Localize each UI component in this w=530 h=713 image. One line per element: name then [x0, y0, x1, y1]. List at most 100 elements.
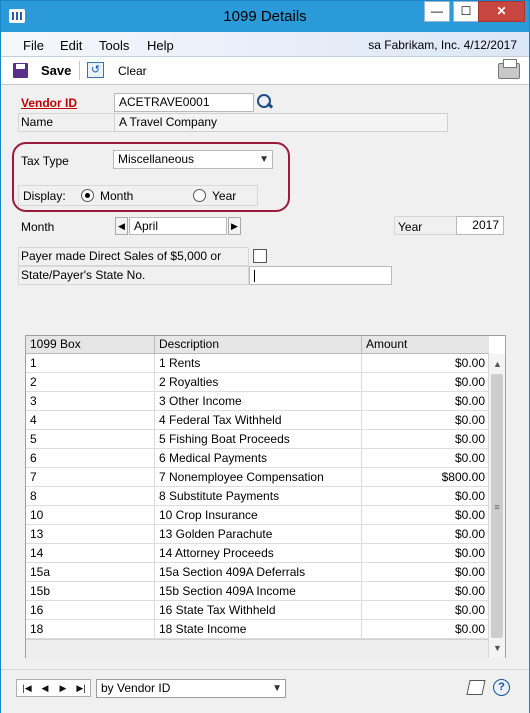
cell-amount[interactable]: $0.00: [362, 411, 489, 430]
minimize-button[interactable]: —: [424, 1, 450, 22]
scroll-up-icon[interactable]: ▲: [490, 356, 505, 372]
table-row[interactable]: 44 Federal Tax Withheld $0.00: [26, 411, 489, 430]
scroll-down-icon[interactable]: ▼: [490, 640, 505, 656]
cell-box[interactable]: 16: [26, 601, 155, 620]
cell-box[interactable]: 3: [26, 392, 155, 411]
cell-description[interactable]: 15a Section 409A Deferrals: [155, 563, 362, 582]
cell-box[interactable]: 13: [26, 525, 155, 544]
cell-box[interactable]: 14: [26, 544, 155, 563]
display-year-label[interactable]: Year: [212, 189, 236, 203]
cell-box[interactable]: 15b: [26, 582, 155, 601]
grid-scrollbar[interactable]: ▲ ≡ ▼: [488, 354, 505, 658]
first-record-button[interactable]: |◀: [19, 681, 35, 696]
menu-tools[interactable]: Tools: [99, 38, 129, 53]
cell-description[interactable]: 5 Fishing Boat Proceeds: [155, 430, 362, 449]
print-icon[interactable]: [498, 59, 520, 79]
vendor-id-link[interactable]: Vendor ID: [21, 96, 77, 110]
clear-button[interactable]: Clear: [118, 64, 147, 78]
cell-box[interactable]: 10: [26, 506, 155, 525]
table-row[interactable]: 77 Nonemployee Compensation $800.00: [26, 468, 489, 487]
cell-amount[interactable]: $0.00: [362, 525, 489, 544]
save-button[interactable]: Save: [41, 63, 71, 78]
lookup-icon[interactable]: [255, 93, 275, 111]
menu-file[interactable]: File: [23, 38, 44, 53]
cell-amount[interactable]: $0.00: [362, 373, 489, 392]
vendor-id-input[interactable]: ACETRAVE0001: [114, 93, 254, 112]
table-row[interactable]: 33 Other Income $0.00: [26, 392, 489, 411]
cell-amount[interactable]: $0.00: [362, 392, 489, 411]
cell-amount[interactable]: $0.00: [362, 582, 489, 601]
cell-amount[interactable]: $0.00: [362, 544, 489, 563]
cell-amount[interactable]: $0.00: [362, 601, 489, 620]
display-month-label[interactable]: Month: [100, 189, 133, 203]
cell-description[interactable]: 18 State Income: [155, 620, 362, 639]
cell-description[interactable]: 10 Crop Insurance: [155, 506, 362, 525]
cell-box[interactable]: 15a: [26, 563, 155, 582]
table-row[interactable]: 13 13 Golden Parachute $0.00: [26, 525, 489, 544]
month-next-button[interactable]: ▶: [228, 217, 241, 235]
cell-amount[interactable]: $800.00: [362, 468, 489, 487]
tax-type-select[interactable]: Miscellaneous ▼: [113, 150, 273, 169]
save-icon[interactable]: [13, 63, 28, 78]
last-record-button[interactable]: ▶|: [73, 681, 89, 696]
year-field[interactable]: 2017: [456, 216, 504, 235]
cell-box[interactable]: 4: [26, 411, 155, 430]
cell-box[interactable]: 2: [26, 373, 155, 392]
state-input[interactable]: [249, 266, 392, 285]
scroll-thumb[interactable]: ≡: [491, 374, 503, 638]
close-button[interactable]: ✕: [478, 1, 525, 22]
table-row[interactable]: 88 Substitute Payments $0.00: [26, 487, 489, 506]
table-row[interactable]: 66 Medical Payments $0.00: [26, 449, 489, 468]
cell-description[interactable]: 14 Attorney Proceeds: [155, 544, 362, 563]
cell-box[interactable]: 7: [26, 468, 155, 487]
display-month-radio[interactable]: [81, 189, 94, 202]
cell-description[interactable]: 15b Section 409A Income: [155, 582, 362, 601]
cell-box[interactable]: 8: [26, 487, 155, 506]
cell-box[interactable]: 5: [26, 430, 155, 449]
month-prev-button[interactable]: ◀: [115, 217, 128, 235]
cell-amount[interactable]: $0.00: [362, 354, 489, 373]
column-header-description[interactable]: Description: [155, 336, 362, 353]
cell-description[interactable]: 2 Royalties: [155, 373, 362, 392]
cell-box[interactable]: 18: [26, 620, 155, 639]
month-field[interactable]: April: [129, 217, 227, 235]
column-header-box[interactable]: 1099 Box: [26, 336, 155, 353]
table-row[interactable]: 22 Royalties $0.00: [26, 373, 489, 392]
cell-description[interactable]: 16 State Tax Withheld: [155, 601, 362, 620]
table-row[interactable]: 14 14 Attorney Proceeds $0.00: [26, 544, 489, 563]
cell-box[interactable]: 1: [26, 354, 155, 373]
cell-amount[interactable]: $0.00: [362, 449, 489, 468]
table-row[interactable]: 18 18 State Income $0.00: [26, 620, 489, 639]
cell-amount[interactable]: $0.00: [362, 563, 489, 582]
cell-description[interactable]: 3 Other Income: [155, 392, 362, 411]
maximize-button[interactable]: ☐: [453, 1, 479, 22]
table-row[interactable]: 10 10 Crop Insurance $0.00: [26, 506, 489, 525]
cell-amount[interactable]: $0.00: [362, 487, 489, 506]
menu-edit[interactable]: Edit: [60, 38, 82, 53]
direct-sales-checkbox[interactable]: [253, 249, 267, 263]
help-icon[interactable]: ?: [493, 679, 510, 696]
cell-description[interactable]: 4 Federal Tax Withheld: [155, 411, 362, 430]
previous-record-button[interactable]: ◀: [37, 681, 53, 696]
table-row[interactable]: 15a 15a Section 409A Deferrals $0.00: [26, 563, 489, 582]
cell-box[interactable]: 6: [26, 449, 155, 468]
cell-amount[interactable]: $0.00: [362, 620, 489, 639]
menu-help[interactable]: Help: [147, 38, 174, 53]
cell-description[interactable]: 13 Golden Parachute: [155, 525, 362, 544]
column-header-amount[interactable]: Amount: [362, 336, 489, 353]
table-row[interactable]: 11 Rents $0.00: [26, 354, 489, 373]
table-row[interactable]: 55 Fishing Boat Proceeds $0.00: [26, 430, 489, 449]
sort-order-select[interactable]: by Vendor ID ▼: [96, 679, 286, 698]
cell-description[interactable]: 8 Substitute Payments: [155, 487, 362, 506]
table-row[interactable]: 16 16 State Tax Withheld $0.00: [26, 601, 489, 620]
table-row[interactable]: 15b 15b Section 409A Income $0.00: [26, 582, 489, 601]
display-year-radio[interactable]: [193, 189, 206, 202]
clear-icon[interactable]: ↺: [87, 62, 104, 78]
cell-description[interactable]: 6 Medical Payments: [155, 449, 362, 468]
next-record-button[interactable]: ▶: [55, 681, 71, 696]
cell-amount[interactable]: $0.00: [362, 506, 489, 525]
cell-amount[interactable]: $0.00: [362, 430, 489, 449]
note-icon[interactable]: [466, 680, 486, 695]
cell-description[interactable]: 7 Nonemployee Compensation: [155, 468, 362, 487]
cell-description[interactable]: 1 Rents: [155, 354, 362, 373]
